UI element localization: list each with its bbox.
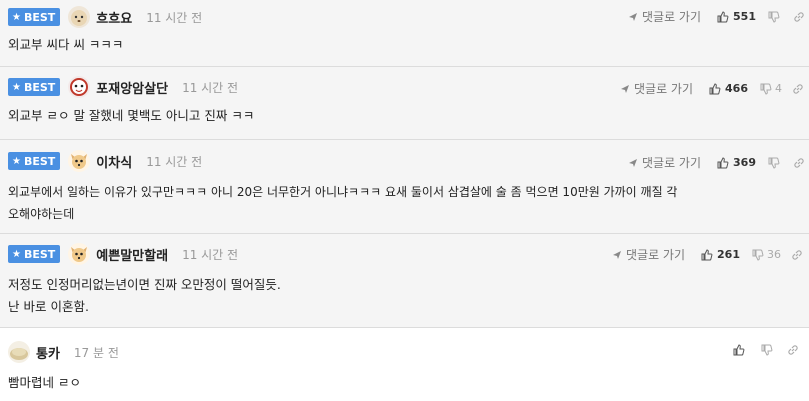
comment-list: ★ BEST 흐흐요 11 시간 전 댓글로 가기 551 외교부 씨다 씨 ㅋㅋ… bbox=[0, 0, 809, 401]
comment-body: 저정도 인정머리없는년이면 진짜 오만정이 떨어질듯. 난 바로 이혼함. bbox=[8, 277, 281, 314]
timestamp: 11 시간 전 bbox=[182, 247, 239, 262]
thumbs-up-icon bbox=[717, 10, 729, 22]
link-icon bbox=[794, 11, 804, 22]
like-count: 466 bbox=[725, 82, 748, 95]
nickname[interactable]: 예쁜말만할래 bbox=[96, 245, 168, 264]
timestamp: 17 분 전 bbox=[73, 345, 119, 360]
link-icon bbox=[792, 249, 802, 260]
comment-item: ★ BEST 흐흐요 11 시간 전 댓글로 가기 551 외교부 씨다 씨 ㅋㅋ… bbox=[0, 0, 809, 67]
comment-item: 통카 17 분 전 빰마렵네 ㄹㅇ bbox=[0, 328, 809, 401]
timestamp: 11 시간 전 bbox=[182, 80, 239, 95]
like-button[interactable]: 466 bbox=[709, 82, 748, 95]
nickname[interactable]: 흐흐요 bbox=[96, 8, 132, 27]
comment-item: ★ BEST 이차식 11 시간 전 댓글로 가기 369 외교부에서 일하는 이… bbox=[0, 140, 809, 234]
dislike-count: 4 bbox=[774, 82, 782, 95]
like-button[interactable]: 551 bbox=[717, 10, 756, 23]
best-badge: ★ BEST bbox=[8, 245, 61, 263]
thumbs-down-icon bbox=[761, 344, 773, 356]
best-badge: ★ BEST bbox=[8, 8, 61, 26]
arrow-icon bbox=[629, 12, 637, 21]
link-icon bbox=[788, 345, 798, 355]
timestamp: 11 시간 전 bbox=[146, 10, 203, 25]
star-icon: ★ bbox=[12, 81, 21, 93]
star-icon: ★ bbox=[12, 248, 21, 260]
thumbs-up-icon bbox=[701, 248, 713, 260]
avatar[interactable] bbox=[68, 6, 91, 28]
arrow-icon bbox=[621, 84, 629, 93]
thumbs-up-icon bbox=[733, 344, 745, 356]
like-button[interactable] bbox=[733, 344, 745, 356]
thumbs-down-icon bbox=[768, 11, 780, 23]
go-to-reply-link[interactable]: 댓글로 가기 bbox=[628, 154, 701, 171]
dislike-button[interactable] bbox=[768, 11, 783, 23]
like-button[interactable]: 261 bbox=[701, 248, 740, 261]
thumbs-down-icon bbox=[760, 83, 772, 95]
dislike-button[interactable]: 36 bbox=[752, 248, 781, 261]
timestamp: 11 시간 전 bbox=[146, 154, 203, 169]
thumbs-up-icon bbox=[709, 82, 721, 94]
star-icon: ★ bbox=[12, 155, 21, 167]
comment-body: 외교부 씨다 씨 ㅋㅋㅋ bbox=[8, 37, 124, 52]
best-badge: ★ BEST bbox=[8, 78, 61, 96]
go-to-reply-link[interactable]: 댓글로 가기 bbox=[612, 246, 685, 263]
share-link-button[interactable] bbox=[787, 344, 799, 356]
thumbs-down-icon bbox=[768, 157, 780, 169]
nickname[interactable]: 이차식 bbox=[96, 152, 132, 171]
share-link-button[interactable] bbox=[793, 11, 805, 23]
arrow-icon bbox=[613, 250, 621, 259]
like-count: 551 bbox=[733, 10, 756, 23]
nickname[interactable]: 통카 bbox=[36, 343, 60, 362]
nickname[interactable]: 포재앙암살단 bbox=[96, 78, 168, 97]
dislike-button[interactable] bbox=[761, 344, 773, 356]
arrow-icon bbox=[629, 158, 637, 167]
link-icon bbox=[793, 83, 803, 94]
dislike-button[interactable]: 4 bbox=[760, 82, 782, 95]
avatar[interactable] bbox=[68, 76, 91, 98]
share-link-button[interactable] bbox=[791, 249, 803, 261]
thumbs-up-icon bbox=[717, 156, 729, 168]
thumbs-down-icon bbox=[752, 249, 764, 261]
share-link-button[interactable] bbox=[793, 157, 805, 169]
comment-item: ★ BEST 포재앙암살단 11 시간 전 댓글로 가기 466 4 외교부 ㄹㅇ… bbox=[0, 67, 809, 140]
avatar[interactable] bbox=[68, 150, 91, 172]
dislike-count: 36 bbox=[766, 248, 781, 261]
like-count: 369 bbox=[733, 156, 756, 169]
avatar[interactable] bbox=[8, 341, 30, 363]
comment-body: 빰마렵네 ㄹㅇ bbox=[8, 375, 81, 390]
go-to-reply-link[interactable]: 댓글로 가기 bbox=[628, 8, 701, 25]
comment-body: 외교부 ㄹㅇ 말 잘했네 몇백도 아니고 진짜 ㅋㅋ bbox=[8, 108, 255, 123]
share-link-button[interactable] bbox=[792, 83, 804, 95]
go-to-reply-link[interactable]: 댓글로 가기 bbox=[620, 80, 693, 97]
like-count: 261 bbox=[717, 248, 740, 261]
comment-item: ★ BEST 예쁜말만할래 11 시간 전 댓글로 가기 261 36 저정도 인… bbox=[0, 234, 809, 328]
best-badge: ★ BEST bbox=[8, 152, 61, 170]
dislike-button[interactable] bbox=[768, 157, 783, 169]
like-button[interactable]: 369 bbox=[717, 156, 756, 169]
comment-body: 외교부에서 일하는 이유가 있구만ㅋㅋㅋ 아니 20은 너무한거 아니냐ㅋㅋㅋ … bbox=[8, 185, 678, 221]
star-icon: ★ bbox=[12, 11, 21, 23]
link-icon bbox=[794, 157, 804, 168]
avatar[interactable] bbox=[68, 243, 91, 265]
